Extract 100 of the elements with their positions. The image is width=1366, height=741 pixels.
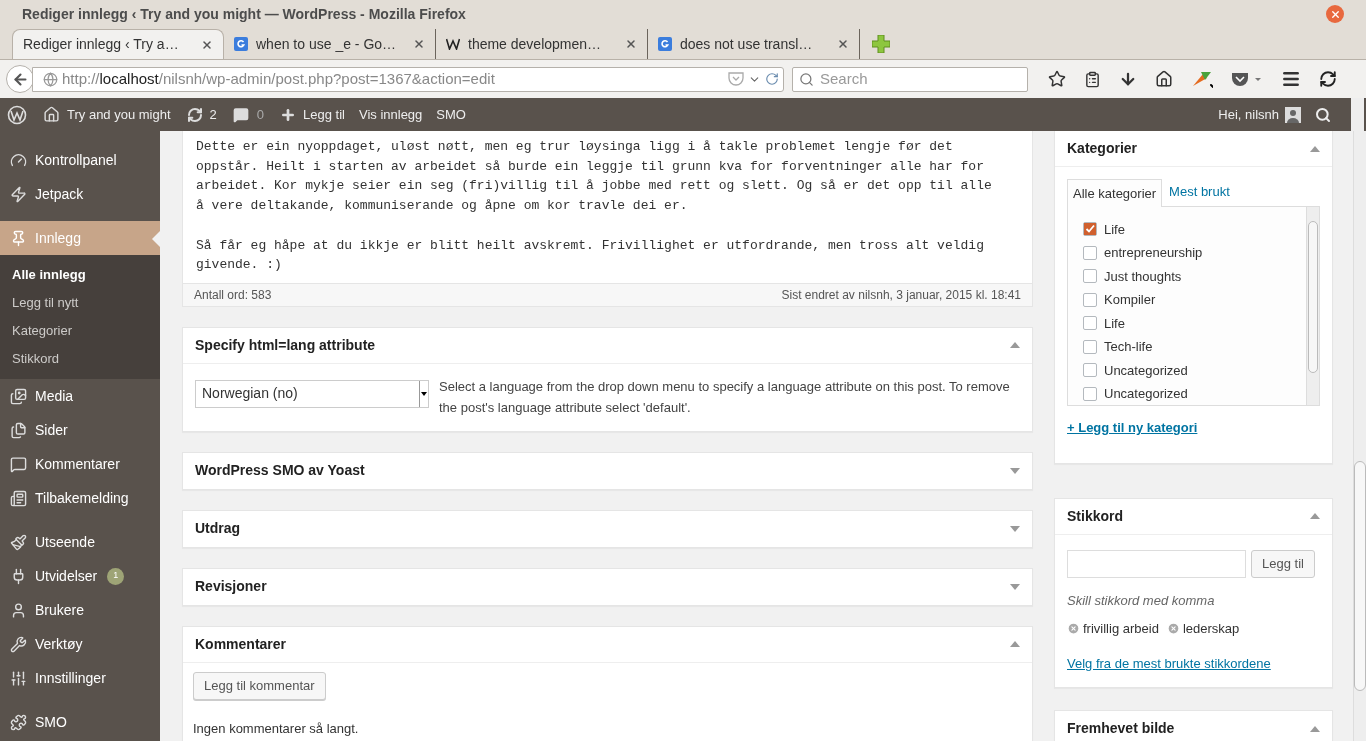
download-icon[interactable] — [1119, 70, 1137, 88]
home-icon[interactable] — [1155, 70, 1173, 88]
scrollbar[interactable] — [1353, 131, 1366, 741]
images-icon — [10, 387, 27, 405]
menu-icon[interactable] — [1281, 69, 1301, 89]
word-count: Antall ord: 583 — [194, 286, 272, 304]
collapse-arrow-icon[interactable] — [1310, 725, 1320, 732]
menu-item[interactable]: SMO — [0, 705, 160, 739]
user-icon — [10, 601, 27, 619]
remove-tag-icon[interactable] — [1067, 622, 1080, 636]
category-label: Just thoughts — [1104, 267, 1182, 286]
tag-input[interactable] — [1067, 549, 1246, 578]
checkbox[interactable] — [1083, 363, 1097, 378]
collapse-arrow-icon[interactable] — [1310, 145, 1320, 152]
category-tab[interactable]: Alle kategorier — [1067, 179, 1163, 207]
bolt-icon — [10, 185, 27, 203]
browser-tab[interactable]: theme developmen… — [436, 29, 648, 59]
menu-item[interactable]: Jetpack — [0, 177, 160, 211]
menu-item[interactable]: Tilbakemelding — [0, 481, 160, 515]
wordpress-logo[interactable] — [7, 104, 27, 125]
last-edited: Sist endret av nilsnh, 3 januar, 2015 kl. 18:41 — [781, 286, 1021, 304]
add-tag-button[interactable]: Legg til — [1251, 549, 1315, 578]
category-label: Uncategorized — [1104, 385, 1188, 403]
browser-tab[interactable]: when to use _e - Go… — [224, 29, 436, 59]
expand-arrow-icon[interactable] — [1010, 525, 1020, 532]
menu-item[interactable]: Utseende — [0, 525, 160, 559]
menu-item[interactable]: Brukere — [0, 593, 160, 627]
search-icon[interactable] — [1315, 106, 1331, 123]
address-field[interactable]: http://localhost/nilsnh/wp-admin/post.php?post=1367&action=edit — [32, 66, 784, 92]
menu-item[interactable]: Kommentarer — [0, 447, 160, 481]
editor-area[interactable] — [182, 131, 1033, 284]
box-title: Fremhevet bilde — [1067, 719, 1175, 738]
box-title: Kommentarer — [195, 634, 287, 654]
checkbox[interactable] — [1083, 222, 1097, 237]
pin-icon — [10, 229, 27, 247]
close-icon[interactable] — [837, 38, 849, 50]
box-title: Utdrag — [195, 519, 241, 539]
reload-icon[interactable] — [765, 72, 779, 86]
site-link[interactable]: Try and you might — [43, 104, 171, 125]
close-button[interactable] — [1326, 5, 1344, 23]
close-icon[interactable] — [413, 38, 425, 50]
account-link[interactable]: Hei, nilsnh — [1218, 104, 1301, 125]
browser-tab[interactable]: does not use transl… — [648, 29, 860, 59]
category-label: Life — [1104, 314, 1125, 333]
submenu-item[interactable]: Stikkord — [0, 345, 160, 373]
scrollbar[interactable] — [1306, 207, 1319, 405]
speech-bubble-icon — [232, 106, 249, 123]
menu-item[interactable]: Sider — [0, 413, 160, 447]
smo-link[interactable]: SMO — [436, 104, 466, 125]
menu-label: Tilbakemelding — [35, 488, 129, 508]
checkbox[interactable] — [1083, 316, 1097, 331]
checkbox[interactable] — [1083, 339, 1097, 354]
submenu-item[interactable]: Legg til nytt — [0, 289, 160, 317]
menu-label: Utseende — [35, 532, 95, 552]
add-comment-button[interactable]: Legg til kommentar — [193, 671, 326, 700]
checkbox[interactable] — [1083, 245, 1097, 260]
expand-arrow-icon[interactable] — [1010, 583, 1020, 590]
menu-item[interactable]: Utvidelser 1 — [0, 559, 160, 593]
category-tab[interactable]: Mest brukt — [1164, 178, 1235, 206]
category-label: Life — [1104, 220, 1125, 239]
box-title: Stikkord — [1067, 506, 1123, 526]
menu-item[interactable]: Kontrollpanel — [0, 143, 160, 177]
menu-label: Verktøy — [35, 634, 83, 654]
checkbox[interactable] — [1083, 269, 1097, 284]
close-icon[interactable] — [625, 38, 637, 50]
submenu-item[interactable]: Kategorier — [0, 317, 160, 345]
star-icon[interactable] — [1048, 70, 1066, 88]
menu-item[interactable]: Innstillinger — [0, 661, 160, 695]
back-button[interactable] — [6, 65, 34, 93]
tag-hint: Skill stikkord med komma — [1067, 591, 1216, 610]
avatar-icon — [1285, 106, 1301, 123]
expand-arrow-icon[interactable] — [1010, 467, 1020, 474]
box-title: WordPress SMO av Yoast — [195, 461, 365, 481]
popular-tags-link[interactable]: Velg fra de mest brukte stikkordene — [1067, 653, 1320, 673]
scrollbar[interactable] — [1351, 98, 1364, 131]
sliders-icon — [10, 669, 27, 687]
add-category-link[interactable]: + Legg til ny kategori — [1067, 418, 1320, 438]
checkbox[interactable] — [1083, 386, 1097, 401]
speech-bubble-icon — [10, 455, 27, 473]
remove-tag-icon[interactable] — [1166, 622, 1180, 636]
collapse-arrow-icon[interactable] — [1010, 641, 1020, 648]
menu-item[interactable]: Media — [0, 379, 160, 413]
updates-link[interactable]: 2 — [186, 104, 217, 125]
close-icon[interactable] — [201, 38, 213, 51]
browser-tab[interactable]: Rediger innlegg ‹ Try a… — [12, 29, 224, 59]
extension-icon[interactable] — [1191, 70, 1213, 88]
menu-label: Innstillinger — [35, 668, 106, 688]
reading-list-icon[interactable] — [1084, 70, 1101, 88]
checkbox[interactable] — [1083, 292, 1097, 307]
new-link[interactable]: Legg til — [280, 104, 345, 125]
collapse-arrow-icon[interactable] — [1010, 342, 1020, 349]
menu-item[interactable]: Verktøy — [0, 627, 160, 661]
submenu-item[interactable]: Alle innlegg — [0, 261, 160, 289]
collapse-arrow-icon[interactable] — [1310, 513, 1320, 519]
view-post-link[interactable]: Vis innlegg — [358, 104, 423, 125]
globe-icon — [43, 71, 58, 87]
language-select[interactable]: Norwegian (no) — [195, 379, 429, 408]
pocket-icon[interactable] — [1231, 71, 1263, 87]
new-tab-icon[interactable] — [872, 35, 890, 53]
sync-icon[interactable] — [1319, 70, 1337, 88]
